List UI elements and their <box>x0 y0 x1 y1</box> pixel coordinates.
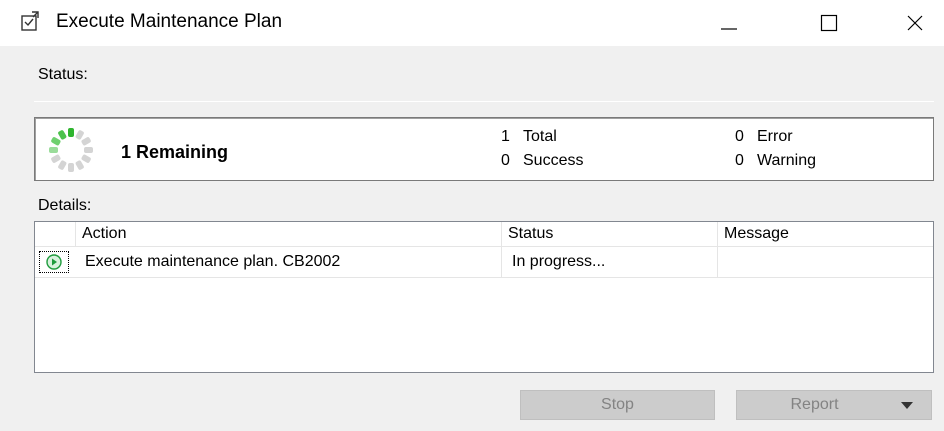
row-message <box>717 247 933 277</box>
total-label: Total <box>523 128 557 145</box>
error-label: Error <box>757 128 793 145</box>
column-header-message[interactable]: Message <box>717 222 933 247</box>
title-bar: Execute Maintenance Plan <box>0 0 944 46</box>
report-button-label: Report <box>790 396 839 413</box>
progress-spinner-icon <box>49 128 93 172</box>
warning-count: 0 <box>735 152 744 169</box>
error-stat: 0 Error <box>735 128 895 148</box>
grid-header: Action Status Message <box>35 222 933 247</box>
total-stat: 1 Total <box>501 128 661 148</box>
maximize-icon <box>820 14 838 32</box>
warning-label: Warning <box>757 152 816 169</box>
minimize-icon <box>721 28 737 30</box>
maximize-button[interactable] <box>800 0 858 46</box>
play-circle-icon <box>39 251 69 273</box>
column-header-action[interactable]: Action <box>75 222 501 247</box>
details-label: Details: <box>38 197 92 214</box>
close-button[interactable] <box>886 0 944 46</box>
header-icon-column <box>35 222 75 247</box>
success-count: 0 <box>501 152 510 169</box>
table-row[interactable]: Execute maintenance plan. CB2002 In prog… <box>35 247 933 278</box>
maintenance-plan-icon <box>18 10 42 34</box>
dialog-body: Status: 1 Remaining 1 Total 0 Success 0 … <box>0 46 944 431</box>
status-panel: 1 Remaining 1 Total 0 Success 0 Error 0 … <box>34 117 934 181</box>
status-label: Status: <box>38 66 88 83</box>
success-stat: 0 Success <box>501 152 661 172</box>
window-title: Execute Maintenance Plan <box>56 11 283 32</box>
details-grid[interactable]: Action Status Message Execute maintenanc… <box>34 221 934 373</box>
report-button[interactable]: Report <box>736 390 932 420</box>
status-divider <box>34 101 934 102</box>
total-count: 1 <box>501 128 510 145</box>
dropdown-arrow-icon[interactable] <box>901 401 913 411</box>
success-label: Success <box>523 152 584 169</box>
warning-stat: 0 Warning <box>735 152 895 172</box>
stop-button[interactable]: Stop <box>520 390 715 420</box>
minimize-button[interactable] <box>700 0 758 46</box>
row-status: In progress... <box>501 247 717 277</box>
column-header-status[interactable]: Status <box>501 222 717 247</box>
error-count: 0 <box>735 128 744 145</box>
close-icon <box>907 15 923 31</box>
row-action: Execute maintenance plan. CB2002 <box>85 253 341 270</box>
remaining-count: 1 Remaining <box>121 142 229 162</box>
